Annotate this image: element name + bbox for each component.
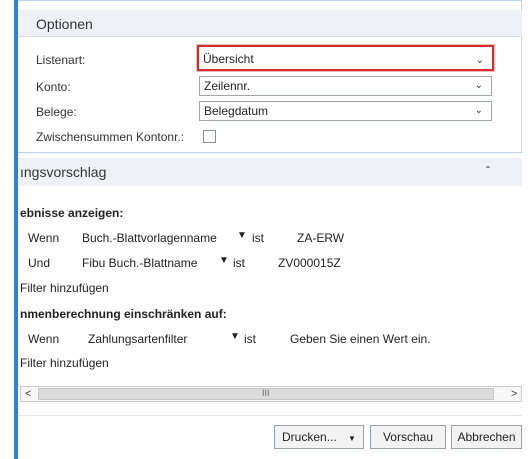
print-button-label: Drucken... bbox=[282, 430, 337, 444]
filter1-heading: ebnisse anzeigen: bbox=[20, 206, 124, 220]
filter2-add-link[interactable]: Filter hinzufügen bbox=[20, 356, 109, 370]
chevron-up-icon[interactable]: ˆ bbox=[486, 164, 490, 178]
chevron-down-icon: ⌄ bbox=[474, 80, 483, 91]
filter1-row2-field[interactable]: Fibu Buch.-Blattname bbox=[82, 256, 197, 270]
zwischensummen-checkbox[interactable] bbox=[203, 130, 216, 143]
scroll-right-icon[interactable]: > bbox=[511, 388, 517, 400]
options-title: Optionen bbox=[36, 16, 93, 32]
dropdown-arrow-icon[interactable]: ▼ bbox=[219, 255, 229, 266]
konto-label: Konto: bbox=[36, 80, 71, 94]
dropdown-arrow-icon: ▼ bbox=[348, 434, 356, 443]
filter2-row1-op: ist bbox=[244, 332, 256, 346]
preview-button[interactable]: Vorschau bbox=[370, 425, 446, 449]
listenart-select[interactable]: Übersicht ⌄ bbox=[197, 45, 494, 71]
filter1-row2-value[interactable]: ZV000015Z bbox=[278, 256, 341, 270]
konto-value: Zeilennr. bbox=[204, 79, 251, 93]
options-header bbox=[18, 10, 522, 37]
belege-label: Belege: bbox=[36, 105, 77, 119]
print-button[interactable]: Drucken... ▼ bbox=[274, 425, 364, 449]
filter2-row1-conj[interactable]: Wenn bbox=[28, 332, 59, 346]
chevron-down-icon: ⌄ bbox=[475, 55, 484, 66]
belege-value: Belegdatum bbox=[204, 104, 269, 118]
filter2-row1-field[interactable]: Zahlungsartenfilter bbox=[88, 332, 187, 346]
chevron-down-icon: ⌄ bbox=[474, 105, 483, 116]
scroll-left-icon[interactable]: < bbox=[25, 388, 31, 400]
filter1-row1-field[interactable]: Buch.-Blattvorlagenname bbox=[82, 231, 217, 245]
footer-divider bbox=[18, 415, 522, 416]
listenart-value: Übersicht bbox=[203, 52, 254, 66]
dropdown-arrow-icon[interactable]: ▼ bbox=[230, 331, 240, 342]
konto-select[interactable]: Zeilennr. ⌄ bbox=[199, 76, 492, 96]
filter2-heading: nmenberechnung einschränken auf: bbox=[20, 307, 227, 321]
filter1-row1-op: ist bbox=[252, 231, 264, 245]
dropdown-arrow-icon[interactable]: ▼ bbox=[237, 230, 247, 241]
cancel-button[interactable]: Abbrechen bbox=[451, 425, 522, 449]
filter1-row2-conj[interactable]: Und bbox=[28, 256, 50, 270]
filter2-row1-value[interactable]: Geben Sie einen Wert ein. bbox=[290, 332, 431, 346]
filter1-row1-value[interactable]: ZA-ERW bbox=[297, 231, 344, 245]
filter1-row2-op: ist bbox=[233, 256, 245, 270]
zwischensummen-label: Zwischensummen Kontonr.: bbox=[36, 130, 185, 144]
section-title: ıngsvorschlag bbox=[20, 164, 107, 180]
belege-select[interactable]: Belegdatum ⌄ bbox=[199, 101, 492, 121]
listenart-label: Listenart: bbox=[36, 53, 86, 67]
filter1-row1-conj[interactable]: Wenn bbox=[28, 231, 59, 245]
grip-icon: III bbox=[262, 388, 270, 398]
filter1-add-link[interactable]: Filter hinzufügen bbox=[20, 281, 109, 295]
